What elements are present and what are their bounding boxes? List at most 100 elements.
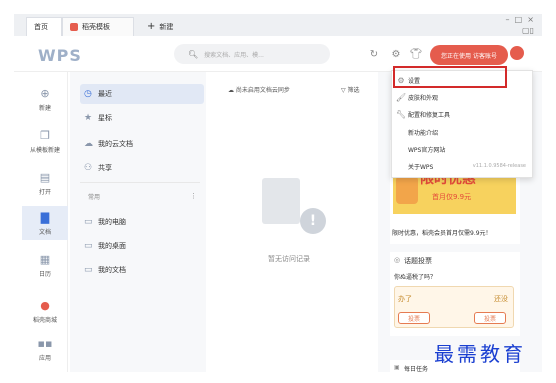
folder-icon: ▤	[39, 170, 51, 184]
plus-circle-icon: ⊕	[40, 86, 50, 100]
menu-item-repair-tools[interactable]: 🔧︎ 配置和修复工具	[394, 106, 530, 122]
plus-icon: +	[147, 21, 156, 32]
nav-label: 最近	[98, 90, 112, 98]
tab-templates[interactable]: 稻壳模板	[62, 17, 134, 36]
account-promo-button[interactable]: 您正在使用 访客账号	[430, 45, 508, 65]
nav-item-my-documents[interactable]: ▭ 我的文档	[80, 260, 204, 280]
menu-label: 关于WPS	[408, 163, 434, 171]
vote-question: 你ぬ逼税了吗？	[394, 274, 437, 281]
nav-label: 共享	[98, 164, 112, 172]
nav-label: 星标	[98, 114, 112, 122]
cloud-icon: ☁	[228, 87, 236, 94]
cloud-icon: ☁	[84, 139, 93, 149]
divider	[80, 182, 200, 183]
menu-label: 皮肤和外观	[408, 94, 439, 102]
restore-icon[interactable]: ▢▯	[522, 26, 534, 35]
sidebar-item-from-template[interactable]: ❐ 从模板新建	[22, 124, 68, 158]
section-label-common: 常用	[88, 194, 101, 201]
task-title: 每日任务	[404, 366, 429, 373]
template-icon: ❐	[40, 128, 50, 142]
version-label: v11.1.0.9584-release	[472, 163, 526, 169]
menu-item-whats-new[interactable]: 新功能介绍	[394, 124, 530, 140]
search-icon: 🔍︎	[188, 49, 199, 59]
menu-item-website[interactable]: WPS官方网站	[394, 141, 530, 157]
tab-new[interactable]: + 新建	[140, 17, 190, 36]
sidebar-item-new[interactable]: ⊕ 新建	[22, 82, 68, 116]
vote-no-button[interactable]: 投票	[474, 312, 506, 324]
task-icon: ▣	[394, 364, 400, 371]
clock-icon: ◷	[84, 89, 92, 99]
filter-label: 筛选	[347, 87, 360, 94]
gear-icon[interactable]: ⚙	[390, 48, 402, 60]
menu-item-skin[interactable]: 🖌︎ 皮肤和外观	[394, 89, 530, 105]
vote-option-yes: 办了	[398, 295, 412, 303]
nav-item-my-computer[interactable]: ▭ 我的电脑	[80, 212, 204, 232]
nav-item-cloud-docs[interactable]: ☁ 我的云文档	[80, 134, 204, 154]
sidebar-item-store[interactable]: ● 稻壳商城	[22, 294, 68, 328]
wps-logo: WPS	[38, 46, 82, 65]
computer-icon: ▭	[84, 217, 93, 227]
calendar-icon: ▦	[39, 252, 51, 266]
sidebar-label: 打开	[38, 188, 51, 196]
tab-new-label: 新建	[159, 22, 174, 31]
apps-icon: ▪▪	[37, 336, 53, 350]
sidebar-label: 新建	[38, 104, 51, 112]
desktop-icon: ▭	[84, 241, 93, 251]
vote-title: 话题投票	[404, 257, 432, 265]
brush-icon: 🖌︎	[395, 92, 407, 102]
highlight-box	[393, 66, 507, 88]
promo-subtitle: 首月仅9.9元	[432, 193, 472, 201]
sidebar-item-open[interactable]: ▤ 打开	[22, 166, 68, 200]
tab-templates-label: 稻壳模板	[82, 23, 110, 31]
tab-home[interactable]: 首页	[26, 17, 62, 36]
menu-label: WPS官方网站	[408, 146, 446, 154]
nav-item-shared[interactable]: ⚇ 共享	[80, 158, 204, 178]
refresh-icon[interactable]: ↻	[368, 48, 380, 60]
minimize-button[interactable]: –	[506, 15, 510, 24]
nav-item-starred[interactable]: ★ 星标	[80, 108, 204, 128]
sidebar-label: 从模板新建	[29, 146, 60, 154]
menu-label: 新功能介绍	[408, 129, 439, 137]
sidebar-label: 日历	[38, 270, 51, 278]
menu-item-about[interactable]: 关于WPS v11.1.0.9584-release	[394, 158, 530, 174]
sidebar-label: 应用	[38, 354, 51, 362]
search-placeholder: 搜索文档、应用、模...	[204, 51, 264, 59]
section-more-icon[interactable]: ⋮	[190, 192, 197, 200]
document-icon: ▇	[40, 210, 50, 224]
empty-state-text: 暂无访问记录	[268, 255, 310, 263]
filter-button[interactable]: ▽ 筛选	[341, 85, 360, 94]
star-icon: ★	[84, 113, 93, 123]
nav-item-my-desktop[interactable]: ▭ 我的桌面	[80, 236, 204, 256]
nav-label: 我的云文档	[98, 140, 133, 148]
store-icon: ●	[40, 298, 50, 312]
search-input[interactable]: 🔍︎ 搜索文档、应用、模...	[174, 44, 330, 64]
vote-option-no: 还没	[494, 295, 508, 303]
docer-icon	[70, 23, 78, 31]
folder-icon: ▭	[84, 265, 93, 275]
sidebar-item-documents[interactable]: ▇ 文档	[22, 206, 68, 240]
window-controls: – □ × ▢▯	[506, 14, 534, 36]
empty-document-icon	[262, 178, 300, 224]
nav-label: 我的桌面	[98, 242, 126, 250]
nav-label: 我的电脑	[98, 218, 126, 226]
vote-yes-button[interactable]: 投票	[398, 312, 430, 324]
menu-label: 配置和修复工具	[408, 111, 451, 119]
alert-icon: !	[300, 208, 326, 234]
vote-icon: ◎	[394, 256, 401, 264]
wrench-icon: 🔧︎	[395, 109, 407, 119]
nav-item-recent[interactable]: ◷ 最近	[80, 84, 204, 104]
sidebar-item-calendar[interactable]: ▦ 日历	[22, 248, 68, 282]
watermark: 最需教育	[434, 342, 526, 366]
share-icon: ⚇	[84, 163, 93, 173]
close-button[interactable]: ×	[527, 15, 534, 24]
promo-caption: 限时优惠，稻壳会员首月仅需9.9元！	[392, 230, 492, 237]
maximize-button[interactable]: □	[515, 15, 523, 24]
promo-figure	[396, 176, 418, 204]
sidebar-label: 文档	[38, 228, 51, 236]
nav-label: 我的文档	[98, 266, 126, 274]
sidebar-item-apps[interactable]: ▪▪ 应用	[22, 332, 68, 366]
avatar[interactable]	[508, 44, 526, 62]
sidebar-label: 稻壳商城	[32, 316, 57, 324]
shirt-icon[interactable]: 👕︎	[410, 48, 423, 60]
cloud-sync-link[interactable]: ☁ 尚未启用文档云同步	[228, 85, 290, 94]
